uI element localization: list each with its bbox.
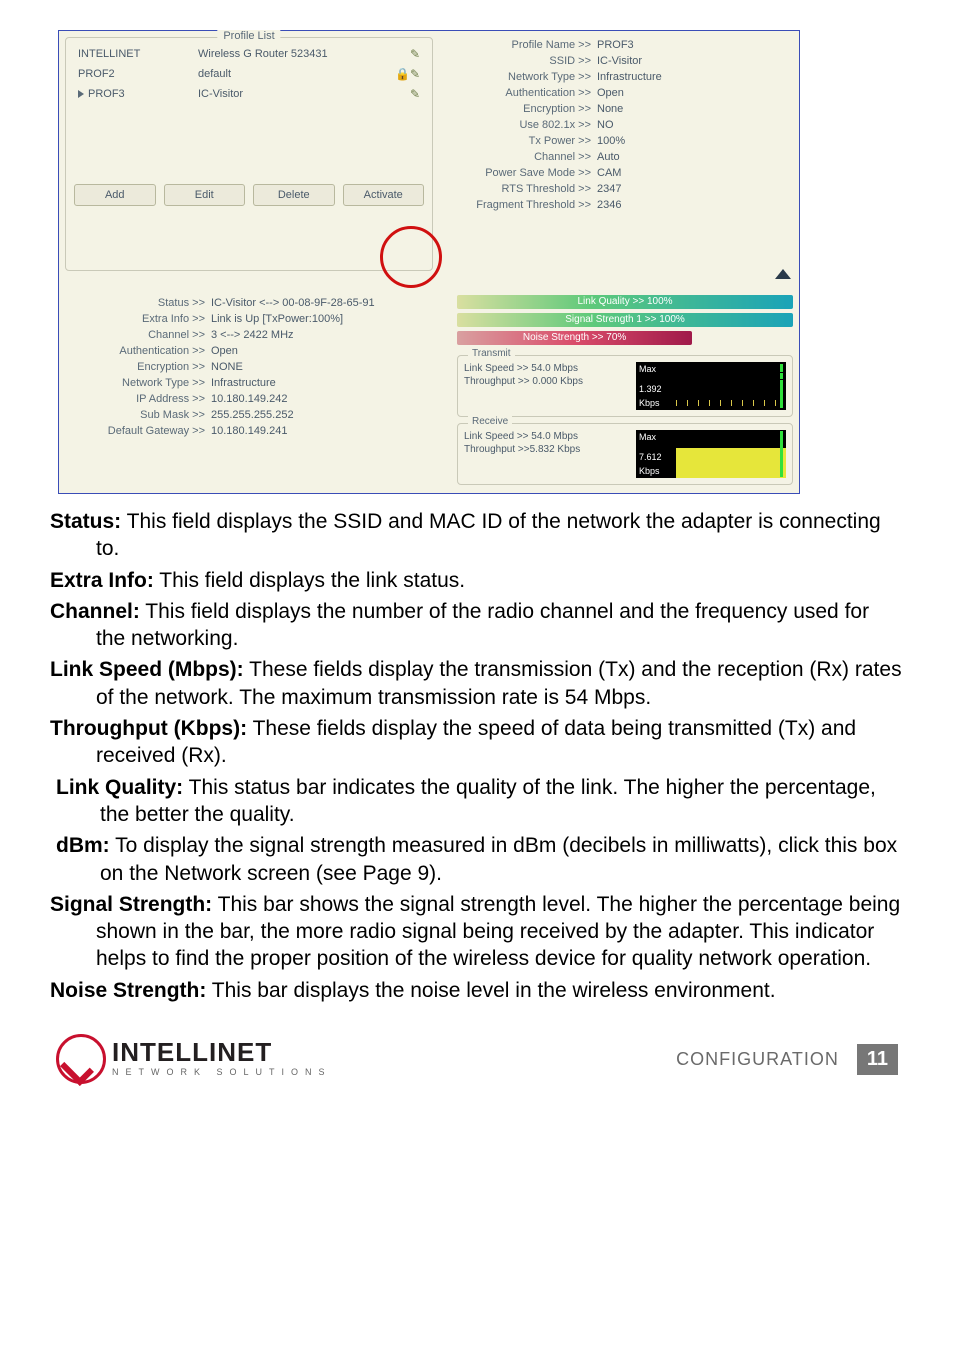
profile-list-fieldset: Profile List INTELLINET Wireless G Route… [65,37,433,271]
tx-graph: Max 1.392 Kbps [636,362,786,410]
tx-throughput: Throughput >> 0.000 Kbps [464,375,628,388]
collapse-arrow-icon[interactable] [775,269,791,279]
tx-link-speed: Link Speed >> 54.0 Mbps [464,362,628,375]
add-button[interactable]: Add [74,184,156,206]
wlan-utility-screenshot: Profile List INTELLINET Wireless G Route… [58,30,800,494]
def-linkspeed-label: Link Speed (Mbps): [50,658,244,681]
check-circle-icon [56,1034,106,1084]
rx-graph: Max 7.612 Kbps [636,430,786,478]
profile-desc: Wireless G Router 523431 [198,48,376,60]
lock-signal-icon: 🔒✎ [386,67,420,81]
signal-icon: ✎ [386,47,420,61]
def-noisestrength-label: Noise Strength: [50,979,206,1002]
profile-detail-pane: Profile Name >>PROF3 SSID >>IC-Visitor N… [439,31,799,277]
brand-name: INTELLINET [112,1041,332,1064]
def-sigstrength-text: This bar shows the signal strength level… [96,893,900,971]
receive-fieldset: Receive Link Speed >> 54.0 Mbps Throughp… [457,423,793,485]
status-block: Status >>IC-Visitor <--> 00-08-9F-28-65-… [59,291,451,493]
section-title: CONFIGURATION [676,1049,839,1070]
profile-row[interactable]: PROF2 default 🔒✎ [74,64,424,84]
activate-button[interactable]: Activate [343,184,425,206]
def-dbm-label: dBm: [56,834,110,857]
delete-button[interactable]: Delete [253,184,335,206]
activate-highlight-circle [380,226,442,288]
def-linkquality-text: This status bar indicates the quality of… [100,776,876,826]
def-throughput-label: Throughput (Kbps): [50,717,247,740]
def-status-label: Status: [50,510,121,533]
brand-logo: INTELLINET NETWORK SOLUTIONS [56,1034,332,1084]
profile-desc: default [198,68,376,80]
rx-throughput: Throughput >>5.832 Kbps [464,443,628,456]
profile-name: INTELLINET [78,48,140,60]
signal-strength-bar: Signal Strength 1 >> 100% [457,313,793,327]
def-noisestrength-text: This bar displays the noise level in the… [206,979,775,1002]
def-channel-label: Channel: [50,600,140,623]
signal-icon: ✎ [386,87,420,101]
noise-strength-bar: Noise Strength >> 70% [457,331,692,345]
edit-button[interactable]: Edit [164,184,246,206]
def-extra-text: This field displays the link status. [154,569,465,592]
page-number: 11 [857,1044,898,1075]
profile-row[interactable]: INTELLINET Wireless G Router 523431 ✎ [74,44,424,64]
def-linkquality-label: Link Quality: [56,776,183,799]
profile-name: PROF3 [88,88,125,100]
profile-row[interactable]: PROF3 IC-Visitor ✎ [74,84,424,104]
selected-arrow-icon [78,90,84,98]
profile-name: PROF2 [78,68,115,80]
def-status-text: This field displays the SSID and MAC ID … [96,510,881,560]
link-quality-bar: Link Quality >> 100% [457,295,793,309]
brand-subtitle: NETWORK SOLUTIONS [112,1067,332,1077]
rx-link-speed: Link Speed >> 54.0 Mbps [464,430,628,443]
transmit-fieldset: Transmit Link Speed >> 54.0 Mbps Through… [457,355,793,417]
field-definitions: Status: This field displays the SSID and… [50,508,904,1004]
def-channel-text: This field displays the number of the ra… [96,600,869,650]
profile-list-legend: Profile List [217,30,280,42]
page-footer: INTELLINET NETWORK SOLUTIONS CONFIGURATI… [50,1034,904,1084]
def-sigstrength-label: Signal Strength: [50,893,212,916]
def-extra-label: Extra Info: [50,569,154,592]
def-dbm-text: To display the signal strength measured … [100,834,897,884]
profile-desc: IC-Visitor [198,88,376,100]
